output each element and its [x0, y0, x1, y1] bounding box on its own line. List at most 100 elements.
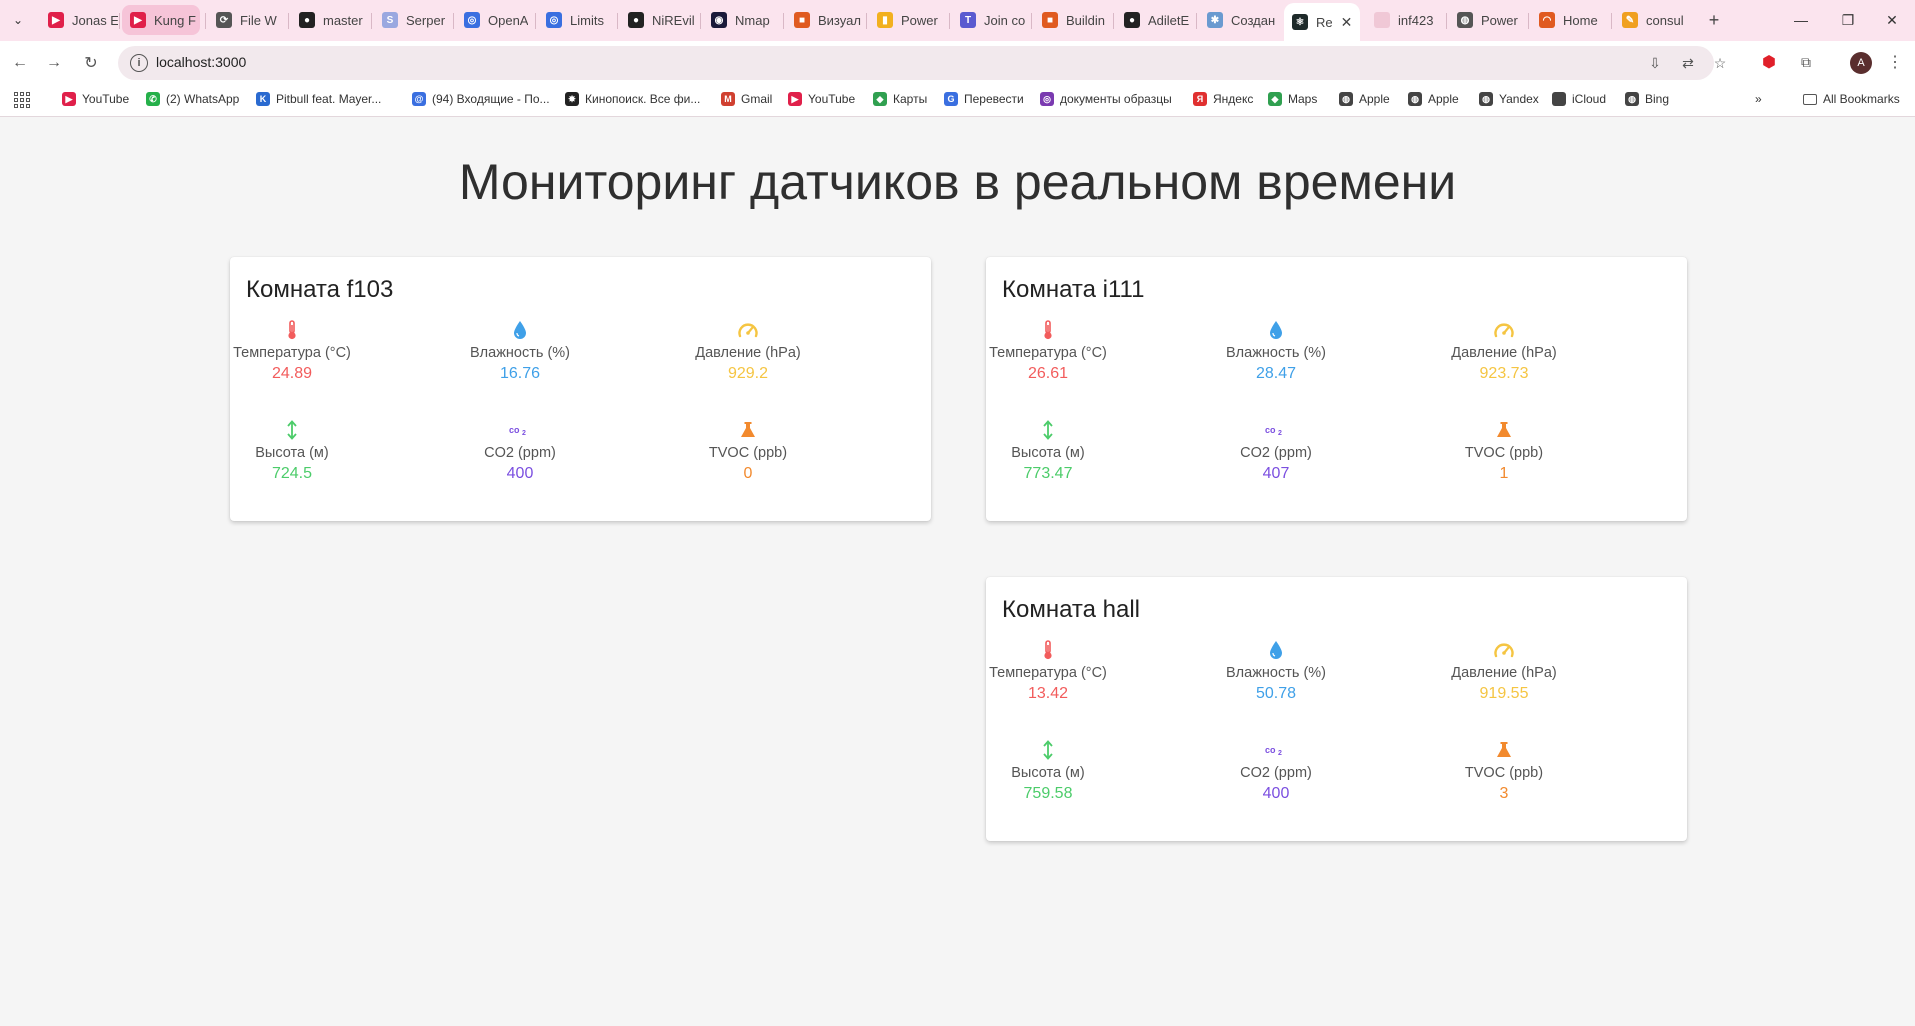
- tab-separator: [1196, 13, 1197, 29]
- co2-icon: co 2: [1176, 739, 1376, 761]
- metric-label: Температура (°C): [989, 665, 1107, 681]
- browser-tab[interactable]: T Join co: [952, 5, 1030, 35]
- sensor-metric: TVOC (ppb) 1: [1404, 419, 1604, 483]
- browser-tab[interactable]: ▶ Kung F: [122, 5, 200, 35]
- browser-tab[interactable]: ▮ Power: [869, 5, 947, 35]
- install-app-icon[interactable]: ⇩: [1645, 53, 1665, 73]
- more-bookmarks-icon[interactable]: »: [1755, 92, 1762, 106]
- browser-tab[interactable]: ✎ consul: [1614, 5, 1692, 35]
- bookmark-favicon-icon: ◍: [1339, 92, 1353, 106]
- bookmark-item[interactable]: ✸ Кинопоиск. Все фи...: [565, 92, 700, 106]
- droplet-icon: [420, 319, 620, 341]
- browser-tab[interactable]: ■ Buildin: [1034, 5, 1112, 35]
- browser-tab[interactable]: ◎ OpenA: [456, 5, 534, 35]
- close-tab-icon[interactable]: ✕: [1341, 14, 1353, 31]
- tab-strip: ⌄ ▶ Jonas E ▶ Kung F ⟳ File W ● master S Serper ◎ O…: [0, 0, 1915, 41]
- bookmark-favicon-icon: @: [412, 92, 426, 106]
- address-bar[interactable]: i localhost:3000 ⇩ ⇄ ☆: [118, 46, 1726, 80]
- sensor-metric: TVOC (ppb) 3: [1404, 739, 1604, 803]
- forward-button[interactable]: →: [41, 50, 67, 76]
- browser-tab[interactable]: ■ Визуал: [786, 5, 864, 35]
- translate-icon[interactable]: ⇄: [1678, 53, 1698, 73]
- bookmark-item[interactable]: Я Яндекс: [1193, 92, 1253, 106]
- bookmark-item[interactable]: ◍ Bing: [1625, 92, 1669, 106]
- metric-label: CO2 (ppm): [1240, 445, 1312, 461]
- co2-icon: co 2: [420, 419, 620, 441]
- tab-title: OpenA: [488, 12, 529, 28]
- close-window-button[interactable]: ✕: [1877, 8, 1907, 32]
- minimize-button[interactable]: —: [1786, 8, 1816, 32]
- bookmark-label: Yandex: [1499, 92, 1539, 106]
- tab-search-chevron-icon[interactable]: ⌄: [8, 8, 28, 32]
- tab-favicon-icon: ▮: [877, 12, 893, 28]
- browser-tab[interactable]: ● NiREvil: [620, 5, 698, 35]
- tab-favicon-icon: S: [382, 12, 398, 28]
- metric-label: Высота (м): [1011, 445, 1085, 461]
- tab-separator: [700, 13, 701, 29]
- bookmark-item[interactable]: K Pitbull feat. Mayer...: [256, 92, 381, 106]
- metric-label: Температура (°C): [233, 345, 351, 361]
- room-title: Комната i111: [1002, 276, 1145, 303]
- extensions-puzzle-icon[interactable]: ⧉: [1795, 51, 1817, 73]
- back-button[interactable]: ←: [7, 50, 33, 76]
- site-info-icon[interactable]: i: [130, 54, 148, 72]
- bookmark-item[interactable]: ◆ Maps: [1268, 92, 1317, 106]
- bookmark-item[interactable]: ✆ (2) WhatsApp: [146, 92, 239, 106]
- bookmark-label: Apple: [1428, 92, 1459, 106]
- profile-avatar[interactable]: A: [1850, 52, 1872, 74]
- co2-icon: co 2: [1176, 419, 1376, 441]
- altitude-arrows-icon: [192, 419, 392, 441]
- tab-favicon-icon: T: [960, 12, 976, 28]
- browser-tab[interactable]: ◉ Nmap: [703, 5, 781, 35]
- adblock-extension-icon[interactable]: ⬢: [1758, 51, 1780, 73]
- sensor-metric: Высота (м) 773.47: [948, 419, 1148, 483]
- sensor-metric: Высота (м) 759.58: [948, 739, 1148, 803]
- sensor-metric: TVOC (ppb) 0: [648, 419, 848, 483]
- bookmark-item[interactable]: G Перевести: [944, 92, 1024, 106]
- metric-value: 773.47: [1023, 465, 1073, 482]
- browser-tab[interactable]: ▶ Jonas E: [40, 5, 118, 35]
- bookmark-item[interactable]: ◎ документы образцы: [1040, 92, 1172, 106]
- browser-tab[interactable]: ● master: [291, 5, 369, 35]
- bookmark-item[interactable]: ◍ Apple: [1408, 92, 1459, 106]
- bookmark-item[interactable]: ▶ YouTube: [788, 92, 855, 106]
- all-bookmarks-folder[interactable]: All Bookmarks: [1803, 92, 1900, 106]
- flask-icon: [1404, 739, 1604, 761]
- browser-tab[interactable]: ✱ Создан: [1199, 5, 1277, 35]
- bookmark-item[interactable]: ◍ Apple: [1339, 92, 1390, 106]
- metric-value: 923.73: [1479, 365, 1529, 382]
- metric-label: TVOC (ppb): [1464, 445, 1544, 461]
- menu-kebab-icon[interactable]: ⋮: [1884, 51, 1906, 73]
- browser-tab[interactable]: inf423: [1366, 5, 1444, 35]
- bookmark-item[interactable]: iCloud: [1552, 92, 1606, 106]
- new-tab-button[interactable]: +: [1702, 8, 1726, 32]
- metric-label: Давление (hPa): [1451, 345, 1557, 361]
- browser-tab[interactable]: ◍ Power: [1449, 5, 1527, 35]
- restore-button[interactable]: ❐: [1833, 8, 1863, 32]
- sensor-metric: Давление (hPa) 919.55: [1404, 639, 1604, 703]
- bookmark-item[interactable]: ◆ Карты: [873, 92, 927, 106]
- browser-tab[interactable]: ◎ Limits: [538, 5, 616, 35]
- browser-tab[interactable]: ⚛ Re ✕: [1284, 3, 1360, 41]
- tab-title: inf423: [1398, 12, 1434, 28]
- bookmark-favicon-icon: ◎: [1040, 92, 1054, 106]
- bookmark-item[interactable]: ▶ YouTube: [62, 92, 129, 106]
- url-text[interactable]: localhost:3000: [156, 54, 246, 70]
- tab-separator: [205, 13, 206, 29]
- bookmark-item[interactable]: M Gmail: [721, 92, 772, 106]
- tab-title: Kung F: [154, 12, 196, 28]
- browser-tab[interactable]: ⟳ File W: [208, 5, 286, 35]
- thermometer-icon: [948, 319, 1148, 341]
- bookmark-label: документы образцы: [1060, 92, 1172, 106]
- bookmark-item[interactable]: ◍ Yandex: [1479, 92, 1539, 106]
- bookmark-label: Кинопоиск. Все фи...: [585, 92, 701, 106]
- browser-tab[interactable]: S Serper: [374, 5, 452, 35]
- browser-tab[interactable]: ● AdiletE: [1116, 5, 1194, 35]
- bookmark-star-icon[interactable]: ☆: [1710, 53, 1730, 73]
- bookmark-item[interactable]: @ (94) Входящие - По...: [412, 92, 550, 106]
- reload-button[interactable]: ↻: [78, 50, 104, 76]
- apps-grid-icon[interactable]: [14, 92, 30, 108]
- metric-label: Давление (hPa): [695, 345, 801, 361]
- browser-tab[interactable]: ◠ Home: [1531, 5, 1609, 35]
- bookmarks-bar: ▶ YouTube ✆ (2) WhatsApp K Pitbull feat. Maye…: [0, 84, 1915, 117]
